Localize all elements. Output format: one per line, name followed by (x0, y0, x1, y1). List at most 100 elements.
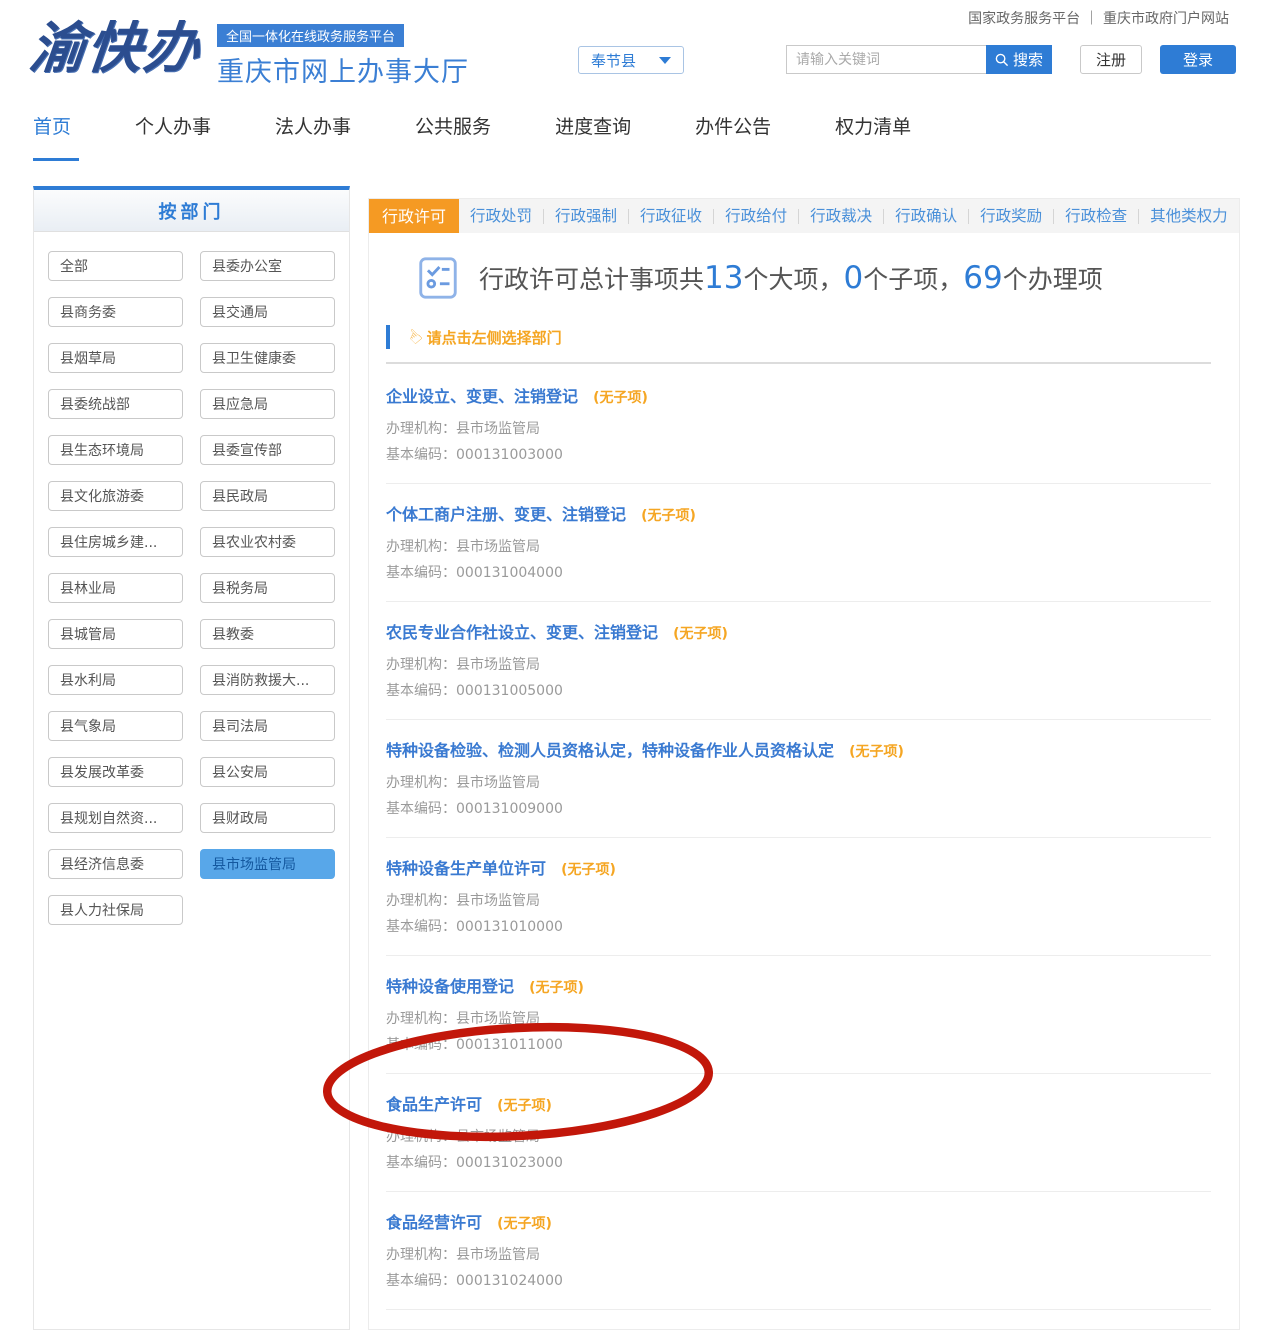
code-row: 基本编码：000131009000 (386, 796, 1211, 822)
nav-item[interactable]: 首页 (33, 112, 71, 139)
item-title-row: 特种设备生产单位许可 (无子项) (386, 855, 1211, 879)
agency-row: 办理机构：县市场监管局 (386, 534, 1211, 560)
item-title-link[interactable]: 食品生产许可 (386, 1095, 482, 1114)
code-value: 000131005000 (456, 683, 563, 699)
power-type-tab[interactable]: 行政确认 (884, 209, 969, 224)
search-input[interactable] (786, 45, 986, 74)
department-button[interactable]: 县财政局 (200, 803, 335, 833)
power-type-tab[interactable]: 行政给付 (714, 209, 799, 224)
logo-side: 全国一体化在线政务服务平台 重庆市网上办事大厅 (217, 24, 469, 89)
department-button[interactable]: 县住房城乡建... (48, 527, 183, 557)
department-button[interactable]: 县水利局 (48, 665, 183, 695)
main-nav: 首页 个人办事 法人办事 公共服务 进度查询 办件公告 权力清单 (33, 112, 911, 139)
hint-text: 请点击左侧选择部门 (427, 327, 562, 348)
checklist-icon (415, 255, 461, 301)
service-item-list: 企业设立、变更、注销登记 (无子项) 办理机构：县市场监管局 基本编码：0001… (369, 364, 1239, 1310)
service-item: 企业设立、变更、注销登记 (无子项) 办理机构：县市场监管局 基本编码：0001… (386, 366, 1211, 484)
department-button[interactable]: 县消防救援大... (200, 665, 335, 695)
power-type-tab[interactable]: 其他类权力 (1139, 209, 1239, 224)
department-button[interactable]: 县卫生健康委 (200, 343, 335, 373)
nav-item[interactable]: 办件公告 (695, 112, 771, 139)
item-title-row: 特种设备使用登记 (无子项) (386, 973, 1211, 997)
department-button[interactable]: 县气象局 (48, 711, 183, 741)
department-button[interactable]: 县公安局 (200, 757, 335, 787)
region-selector[interactable]: 奉节县 (578, 46, 684, 74)
power-type-tab[interactable]: 行政许可 (369, 199, 459, 233)
item-title-link[interactable]: 农民专业合作社设立、变更、注销登记 (386, 623, 658, 642)
power-type-tab[interactable]: 行政奖励 (969, 209, 1054, 224)
department-button[interactable]: 县人力社保局 (48, 895, 183, 925)
service-item: 农民专业合作社设立、变更、注销登记 (无子项) 办理机构：县市场监管局 基本编码… (386, 602, 1211, 720)
power-type-tab[interactable]: 行政处罚 (459, 209, 544, 224)
no-subitem-tag: (无子项) (849, 744, 904, 760)
code-row: 基本编码：000131004000 (386, 560, 1211, 586)
agency-value: 县市场监管局 (456, 1011, 540, 1027)
power-type-tabs: 行政许可 行政处罚 行政强制 行政征收 行政给付 行政裁决 行政确认 行政奖励 … (369, 199, 1239, 233)
power-type-tab[interactable]: 行政检查 (1054, 209, 1139, 224)
department-button[interactable]: 县司法局 (200, 711, 335, 741)
portal-links[interactable]: 国家政务服务平台 ｜ 重庆市政府门户网站 (968, 8, 1229, 28)
department-button[interactable]: 县农业农村委 (200, 527, 335, 557)
department-button[interactable]: 县委统战部 (48, 389, 183, 419)
agency-row: 办理机构：县市场监管局 (386, 1006, 1211, 1032)
item-title-row: 特种设备检验、检测人员资格认定，特种设备作业人员资格认定 (无子项) (386, 737, 1211, 761)
nav-item[interactable]: 个人办事 (135, 112, 211, 139)
code-value: 000131024000 (456, 1273, 563, 1289)
code-value: 000131011000 (456, 1037, 563, 1053)
item-meta: 办理机构：县市场监管局 基本编码：000131005000 (386, 652, 1211, 704)
logo-wordmark: 渝快办 (27, 16, 205, 80)
department-button[interactable]: 县市场监管局 (200, 849, 335, 879)
department-button[interactable]: 县烟草局 (48, 343, 183, 373)
agency-row: 办理机构：县市场监管局 (386, 1124, 1211, 1150)
code-value: 000131023000 (456, 1155, 563, 1171)
department-sidebar: 按部门 全部 县委办公室 县商务委 县交通局 县烟草局 县卫生健康委 县委统战部 (33, 186, 350, 1330)
department-button[interactable]: 县生态环境局 (48, 435, 183, 465)
power-type-tab[interactable]: 行政强制 (544, 209, 629, 224)
power-type-tab[interactable]: 行政裁决 (799, 209, 884, 224)
login-button[interactable]: 登录 (1160, 45, 1236, 74)
department-button[interactable]: 县委办公室 (200, 251, 335, 281)
item-title-link[interactable]: 特种设备检验、检测人员资格认定，特种设备作业人员资格认定 (386, 741, 834, 760)
department-button[interactable]: 县文化旅游委 (48, 481, 183, 511)
no-subitem-tag: (无子项) (593, 390, 648, 406)
nav-item[interactable]: 法人办事 (275, 112, 351, 139)
item-title-link[interactable]: 特种设备使用登记 (386, 977, 514, 996)
department-button[interactable]: 县民政局 (200, 481, 335, 511)
department-button[interactable]: 县经济信息委 (48, 849, 183, 879)
power-type-tab[interactable]: 行政征收 (629, 209, 714, 224)
department-button[interactable]: 县林业局 (48, 573, 183, 603)
department-button[interactable]: 县教委 (200, 619, 335, 649)
code-row: 基本编码：000131003000 (386, 442, 1211, 468)
department-button[interactable]: 县税务局 (200, 573, 335, 603)
hint-row: ☝ 请点击左侧选择部门 (369, 325, 1239, 349)
department-button[interactable]: 县交通局 (200, 297, 335, 327)
department-button[interactable]: 县城管局 (48, 619, 183, 649)
department-button[interactable]: 县委宣传部 (200, 435, 335, 465)
item-title-link[interactable]: 企业设立、变更、注销登记 (386, 387, 578, 406)
code-row: 基本编码：000131010000 (386, 914, 1211, 940)
department-button[interactable]: 县商务委 (48, 297, 183, 327)
nav-item[interactable]: 公共服务 (415, 112, 491, 139)
agency-value: 县市场监管局 (456, 1247, 540, 1263)
agency-value: 县市场监管局 (456, 421, 540, 437)
nav-item[interactable]: 权力清单 (835, 112, 911, 139)
department-button[interactable]: 全部 (48, 251, 183, 281)
register-button[interactable]: 注册 (1080, 45, 1142, 74)
department-button[interactable]: 县应急局 (200, 389, 335, 419)
item-title-link[interactable]: 特种设备生产单位许可 (386, 859, 546, 878)
search-button[interactable]: 搜索 (986, 45, 1052, 74)
service-item: 食品经营许可 (无子项) 办理机构：县市场监管局 基本编码：0001310240… (386, 1192, 1211, 1310)
department-button[interactable]: 县发展改革委 (48, 757, 183, 787)
nav-item[interactable]: 进度查询 (555, 112, 631, 139)
department-button[interactable]: 县规划自然资... (48, 803, 183, 833)
agency-row: 办理机构：县市场监管局 (386, 1242, 1211, 1268)
hint-accent-bar (386, 325, 390, 349)
item-title-link[interactable]: 个体工商户注册、变更、注销登记 (386, 505, 626, 524)
major-count: 13 (704, 260, 743, 296)
page: 国家政务服务平台 ｜ 重庆市政府门户网站 渝快办 全国一体化在线政务服务平台 重… (0, 0, 1269, 1332)
item-title-link[interactable]: 食品经营许可 (386, 1213, 482, 1232)
logo-subtitle: 重庆市网上办事大厅 (217, 50, 469, 89)
search-button-label: 搜索 (1013, 49, 1043, 70)
main-area: 按部门 全部 县委办公室 县商务委 县交通局 县烟草局 县卫生健康委 县委统战部 (33, 186, 1240, 1330)
no-subitem-tag: (无子项) (497, 1216, 552, 1232)
